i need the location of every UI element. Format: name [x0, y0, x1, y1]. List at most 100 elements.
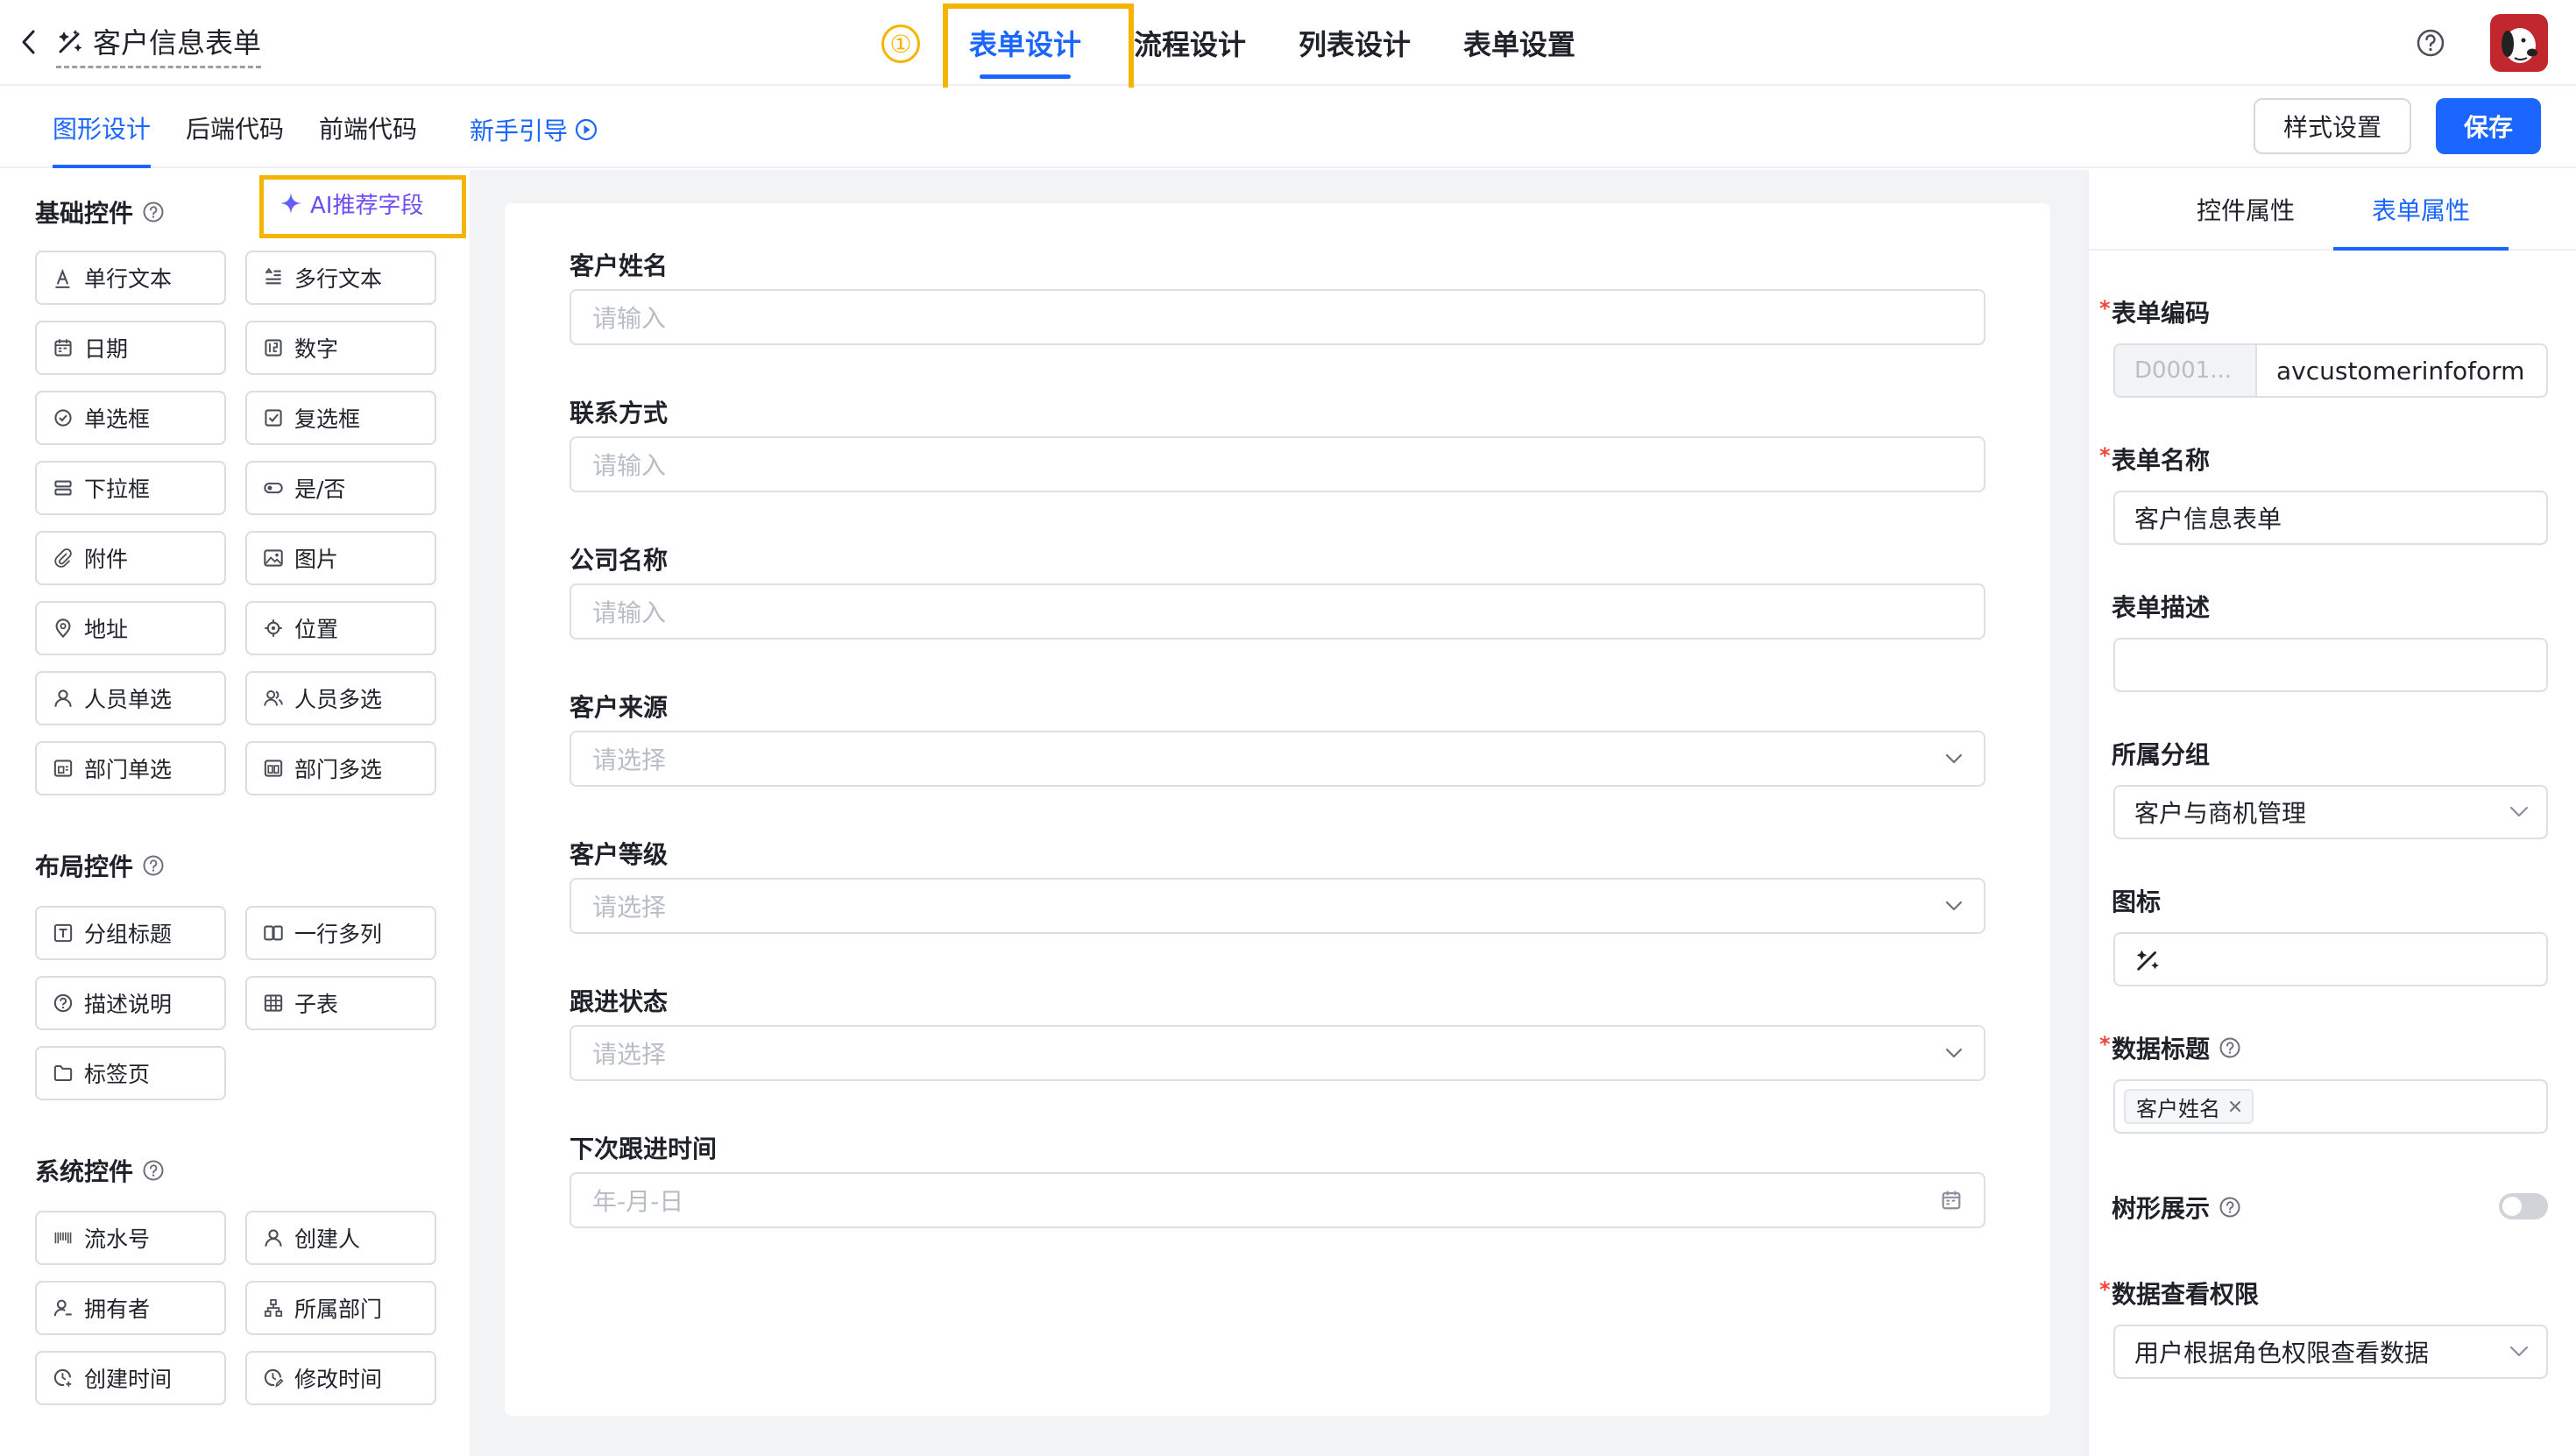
play-circle-icon	[575, 118, 598, 141]
control-label: 一行多列	[294, 922, 383, 947]
control-label: 单选框	[84, 406, 151, 432]
checkbox-icon	[265, 409, 282, 427]
properties-tabs: 控件属性 表单属性	[2089, 170, 2576, 251]
data-title-label: 数据标题	[2112, 1030, 2241, 1065]
control-group-title[interactable]: 分组标题	[35, 906, 226, 960]
control-label: 部门多选	[294, 757, 383, 782]
help-icon[interactable]	[2219, 1196, 2241, 1219]
tab-form-settings[interactable]: 表单设置	[1437, 0, 1602, 86]
table-icon	[264, 994, 283, 1012]
data-permission-select[interactable]: 用户根据角色权限查看数据	[2113, 1325, 2548, 1379]
app-title[interactable]: 客户信息表单	[56, 19, 262, 68]
control-label: 单行文本	[84, 266, 173, 292]
close-icon[interactable]	[2229, 1100, 2241, 1113]
control-clock-edit[interactable]: 修改时间	[245, 1351, 436, 1405]
field-placeholder: 请输入	[592, 304, 667, 333]
barcode-icon	[54, 1232, 72, 1244]
tab-control-properties[interactable]: 控件属性	[2158, 170, 2333, 249]
data-title-tag: 客户姓名	[2124, 1089, 2254, 1124]
control-calendar[interactable]: 日期	[35, 321, 226, 375]
help-icon[interactable]	[142, 1159, 165, 1182]
back-button[interactable]	[16, 25, 40, 60]
date-field[interactable]: 年-月-日	[570, 1172, 1985, 1228]
label-text: 表单描述	[2112, 593, 2211, 622]
control-checkbox[interactable]: 复选框	[245, 391, 436, 445]
control-map-pin[interactable]: 地址	[35, 601, 226, 655]
map-pin-icon	[55, 618, 71, 639]
control-text-a[interactable]: 单行文本	[35, 251, 226, 305]
control-label: 附件	[84, 547, 129, 572]
control-radio[interactable]: 单选框	[35, 391, 226, 445]
control-label: 标签页	[84, 1062, 151, 1087]
chevron-down-icon	[1945, 1048, 1963, 1058]
avatar[interactable]	[2490, 14, 2548, 72]
number-icon	[265, 339, 282, 357]
control-columns[interactable]: 一行多列	[245, 906, 436, 960]
control-label: 位置	[294, 617, 339, 642]
text-input-field[interactable]: 请输入	[570, 289, 1985, 345]
field-placeholder: 请输入	[592, 451, 667, 480]
tab-frontend-code[interactable]: 前端代码	[301, 88, 435, 168]
form-group-label: 所属分组	[2112, 736, 2210, 771]
user-icon	[265, 1229, 282, 1247]
control-location[interactable]: 位置	[245, 601, 436, 655]
tab-graphic-design[interactable]: 图形设计	[35, 88, 168, 168]
help-icon[interactable]	[142, 201, 165, 223]
control-multiline[interactable]: 多行文本	[245, 251, 436, 305]
data-title-select[interactable]: 客户姓名	[2113, 1079, 2548, 1134]
field-label: 下次跟进时间	[570, 1134, 718, 1163]
text-input-field[interactable]: 请输入	[570, 583, 1985, 640]
tab-backend-code[interactable]: 后端代码	[168, 88, 301, 168]
paperclip-icon	[54, 548, 72, 568]
form-icon-picker[interactable]	[2113, 932, 2548, 986]
control-user[interactable]: 创建人	[245, 1211, 436, 1265]
chevron-down-icon	[1945, 901, 1963, 911]
basic-controls-title: 基础控件	[35, 194, 165, 230]
style-settings-button[interactable]: 样式设置	[2254, 98, 2411, 154]
control-department[interactable]: 部门单选	[35, 741, 226, 795]
control-dropdown[interactable]: 下拉框	[35, 461, 226, 515]
control-paperclip[interactable]: 附件	[35, 531, 226, 585]
select-field[interactable]: 请选择	[570, 731, 1985, 787]
tab-form-properties[interactable]: 表单属性	[2333, 170, 2509, 251]
control-number[interactable]: 数字	[245, 321, 436, 375]
control-table[interactable]: 子表	[245, 976, 436, 1030]
control-owner[interactable]: 拥有者	[35, 1281, 226, 1335]
group-title-icon	[53, 923, 73, 943]
help-icon[interactable]	[2219, 1036, 2241, 1059]
form-description-input[interactable]	[2113, 638, 2548, 692]
control-users[interactable]: 人员多选	[245, 671, 436, 725]
control-help-circle[interactable]: 描述说明	[35, 976, 226, 1030]
control-org[interactable]: 所属部门	[245, 1281, 436, 1335]
label-text: 所属分组	[2112, 740, 2211, 769]
control-label: 日期	[84, 336, 129, 362]
select-field[interactable]: 请选择	[570, 878, 1985, 934]
tab-label: 控件属性	[2196, 196, 2295, 225]
control-user[interactable]: 人员单选	[35, 671, 226, 725]
control-barcode[interactable]: 流水号	[35, 1211, 226, 1265]
select-field[interactable]: 请选择	[570, 1025, 1985, 1081]
form-code-field[interactable]: D0001... avcustomerinfoform	[2113, 343, 2548, 398]
chevron-down-icon	[2509, 1346, 2529, 1357]
help-icon[interactable]	[2415, 27, 2446, 59]
control-toggle[interactable]: 是/否	[245, 461, 436, 515]
beginner-guide-link[interactable]: 新手引导	[470, 112, 598, 147]
tree-display-toggle[interactable]	[2499, 1193, 2548, 1219]
control-label: 修改时间	[294, 1367, 383, 1392]
control-image[interactable]: 图片	[245, 531, 436, 585]
location-icon	[265, 619, 282, 637]
control-departments[interactable]: 部门多选	[245, 741, 436, 795]
control-folder-tab[interactable]: 标签页	[35, 1046, 226, 1100]
form-name-input[interactable]: 客户信息表单	[2113, 491, 2548, 545]
form-group-select[interactable]: 客户与商机管理	[2113, 785, 2548, 839]
field-placeholder: 请输入	[592, 598, 667, 627]
tab-list-design[interactable]: 列表设计	[1272, 0, 1437, 86]
control-label: 子表	[294, 992, 339, 1017]
control-clock-plus[interactable]: 创建时间	[35, 1351, 226, 1405]
magic-wand-icon	[2136, 950, 2159, 971]
radio-icon	[54, 409, 72, 427]
form-code-prefix: D0001...	[2115, 345, 2257, 396]
text-input-field[interactable]: 请输入	[570, 436, 1985, 492]
save-button[interactable]: 保存	[2436, 98, 2541, 154]
help-icon[interactable]	[142, 854, 165, 877]
